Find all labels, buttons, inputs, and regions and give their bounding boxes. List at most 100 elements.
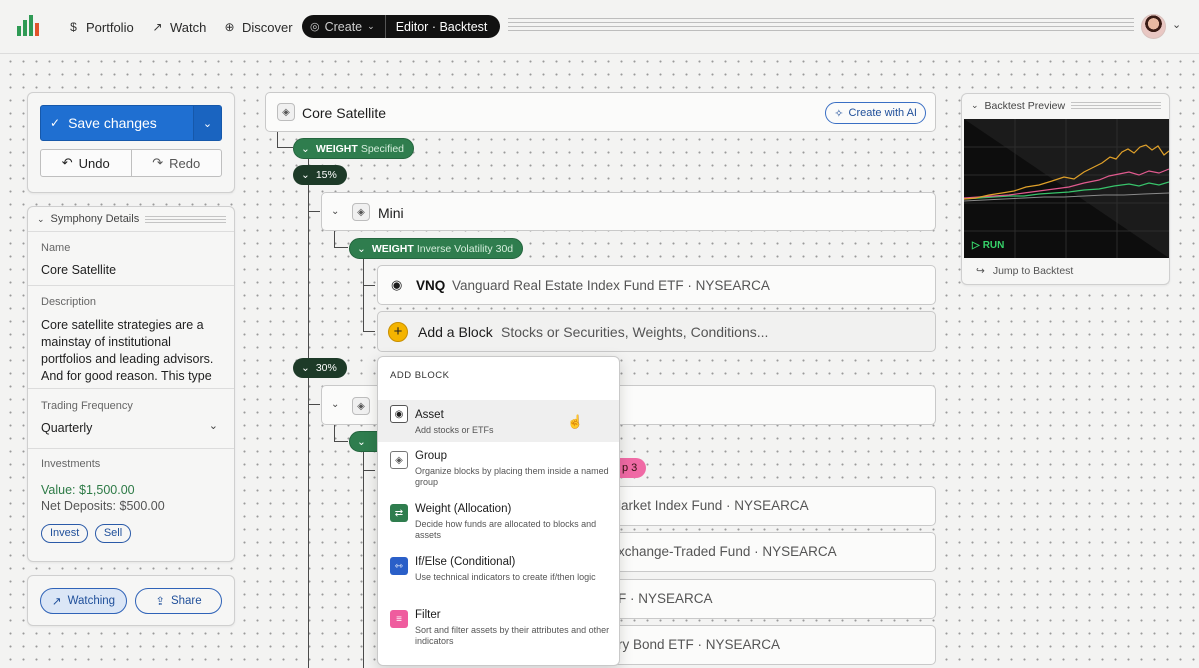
save-label: Save changes [68,115,157,131]
sell-button[interactable]: Sell [94,524,132,543]
watching-label: Watching [67,595,116,607]
save-main[interactable]: ✓ Save changes [41,106,193,140]
arrow-icon: ↪ [976,265,985,277]
trading-frequency-select[interactable]: Quarterly [41,421,221,435]
tree-connector [363,452,364,668]
asset-name: F · NYSEARCA [618,591,713,606]
menu-item-title: Group [415,450,447,462]
nav-discover[interactable]: ⊕ Discover [223,17,292,37]
sparkle-icon: ✧ [834,107,844,120]
cursor-icon: ☝ [567,414,584,429]
avatar[interactable] [1141,14,1166,39]
value-text: Value: $1,500.00 [41,483,135,497]
menu-item-desc: Organize blocks by placing them inside a… [415,466,609,487]
details-header[interactable]: ⌄ Symphony Details [28,207,234,232]
group-node-mini[interactable]: ⌄ ◈ Mini [321,192,936,231]
name-value[interactable]: Core Satellite [41,263,221,277]
run-label: RUN [982,240,1005,251]
jump-to-backtest-link[interactable]: ↪ Jump to Backtest [976,265,1073,277]
nav-watch-label: Watch [170,19,207,35]
menu-item-desc: Use technical indicators to create if/th… [415,572,596,582]
preview-header[interactable]: ⌄ Backtest Preview [962,94,1169,117]
chevron-down-icon[interactable]: ⌄ [331,206,339,217]
menu-item-asset[interactable]: ◉ Asset Add stocks or ETFs ☝ [378,400,619,442]
asset-node-vnq[interactable]: ◉ VNQ Vanguard Real Estate Index Fund ET… [377,265,936,305]
add-block-label: Add a Block [418,324,493,340]
weight-keyword: WEIGHT [315,142,358,155]
share-label: Share [170,595,202,607]
chevron-down-icon[interactable]: ⌄ [1172,18,1181,31]
add-block-hint: Stocks or Securities, Weights, Condition… [501,324,769,340]
redo-label: Redo [169,155,201,171]
menu-item-filter[interactable]: ≡ Filter Sort and filter assets by their… [378,607,619,653]
layers-icon: ◈ [352,397,370,415]
undo-icon: ↶ [61,155,73,170]
percent-pill-15[interactable]: ⌄ 15% [293,165,347,185]
watch-share-panel: ↗ Watching ⇪ Share [27,575,235,626]
redo-button[interactable]: ↷ Redo [130,150,222,176]
nav-watch[interactable]: ↗ Watch [151,17,206,37]
trading-frequency-section: Trading Frequency Quarterly ⌄ [28,389,234,449]
menu-item-title: Filter [415,609,441,621]
chevron-down-icon[interactable]: ⌄ [209,419,218,432]
create-with-ai-button[interactable]: ✧ Create with AI [825,102,926,124]
run-button[interactable]: ▷ RUN [972,240,1004,251]
chevron-down-icon[interactable]: ⌄ [331,399,339,410]
description-section: Description Core satellite strategies ar… [28,286,234,389]
top-nav: $ Portfolio ↗ Watch ⊕ Discover ◎ Create … [0,0,1199,54]
asset-name: larket Index Fund · NYSEARCA [618,498,809,513]
tree-connector [277,147,293,148]
menu-item-title: Weight (Allocation) [415,503,512,515]
layers-icon: ◈ [390,451,408,469]
chevron-down-icon: ⌄ [367,21,375,31]
root-title[interactable]: Core Satellite [302,105,386,121]
create-label: Create [324,19,363,34]
editor-backtest-label[interactable]: Editor · Backtest [386,20,488,34]
trend-icon: ↗ [51,596,62,608]
description-label: Description [41,296,97,308]
logo-icon[interactable] [17,14,39,36]
menu-item-if-else[interactable]: ⇿ If/Else (Conditional) Use technical in… [378,554,619,600]
save-dropdown-button[interactable]: ⌄ [193,106,221,140]
compass-icon: ⊕ [224,20,235,34]
share-button[interactable]: ⇪ Share [135,588,222,614]
tree-connector [277,132,278,148]
group-title[interactable]: Mini [378,205,404,221]
percent-pill-30[interactable]: ⌄ 30% [293,358,347,378]
tree-connector [308,404,320,405]
play-icon: ▷ [972,240,980,251]
chevron-down-icon: ⌄ [37,213,45,224]
percent-value: 15% [315,169,337,181]
tree-connector [363,258,364,331]
backtest-preview-panel: ⌄ Backtest Preview ▷ RUN ↪ Jump to Backt… [961,93,1170,285]
branch-icon: ⇿ [390,557,408,575]
radio-target-icon: ◉ [390,405,408,423]
menu-item-group[interactable]: ◈ Group Organize blocks by placing them … [378,448,619,494]
add-block-menu: ADD BLOCK ◉ Asset Add stocks or ETFs ☝ ◈… [377,356,620,666]
preview-title: Backtest Preview [984,99,1066,112]
backtest-chart[interactable]: ▷ RUN [964,119,1169,258]
share-icon: ⇪ [155,596,165,608]
backtest-chart-svg [964,119,1169,258]
chevron-down-icon: ⌄ [202,117,213,130]
menu-item-weight[interactable]: ⇄ Weight (Allocation) Decide how funds a… [378,501,619,547]
weight-inverse-volatility-pill[interactable]: ⌄ WEIGHT Inverse Volatility 30d [349,238,524,259]
save-changes-button[interactable]: ✓ Save changes ⌄ [40,105,222,141]
undo-button[interactable]: ↶ Undo [41,150,131,176]
tree-connector [363,331,375,332]
create-icon: ◎ [310,21,320,33]
asset-ticker: VNQ [416,278,446,293]
weight-specified-pill[interactable]: ⌄ WEIGHT Specified [293,138,415,159]
add-block-row[interactable]: + Add a Block Stocks or Securities, Weig… [377,311,936,352]
undo-label: Undo [78,155,110,171]
invest-button[interactable]: Invest [41,524,89,543]
description-value[interactable]: Core satellite strategies are a mainstay… [41,317,221,385]
menu-item-desc: Decide how funds are allocated to blocks… [415,519,597,540]
menu-item-desc: Sort and filter assets by their attribut… [415,625,610,646]
nav-portfolio[interactable]: $ Portfolio [67,17,134,37]
root-node[interactable]: ◈ Core Satellite ✧ Create with AI [265,92,936,132]
plus-icon[interactable]: + [388,322,408,342]
watching-button[interactable]: ↗ Watching [40,588,127,614]
chevron-down-icon: ⌄ [357,435,366,448]
create-dropdown[interactable]: ◎ Create ⌄ [302,15,386,38]
